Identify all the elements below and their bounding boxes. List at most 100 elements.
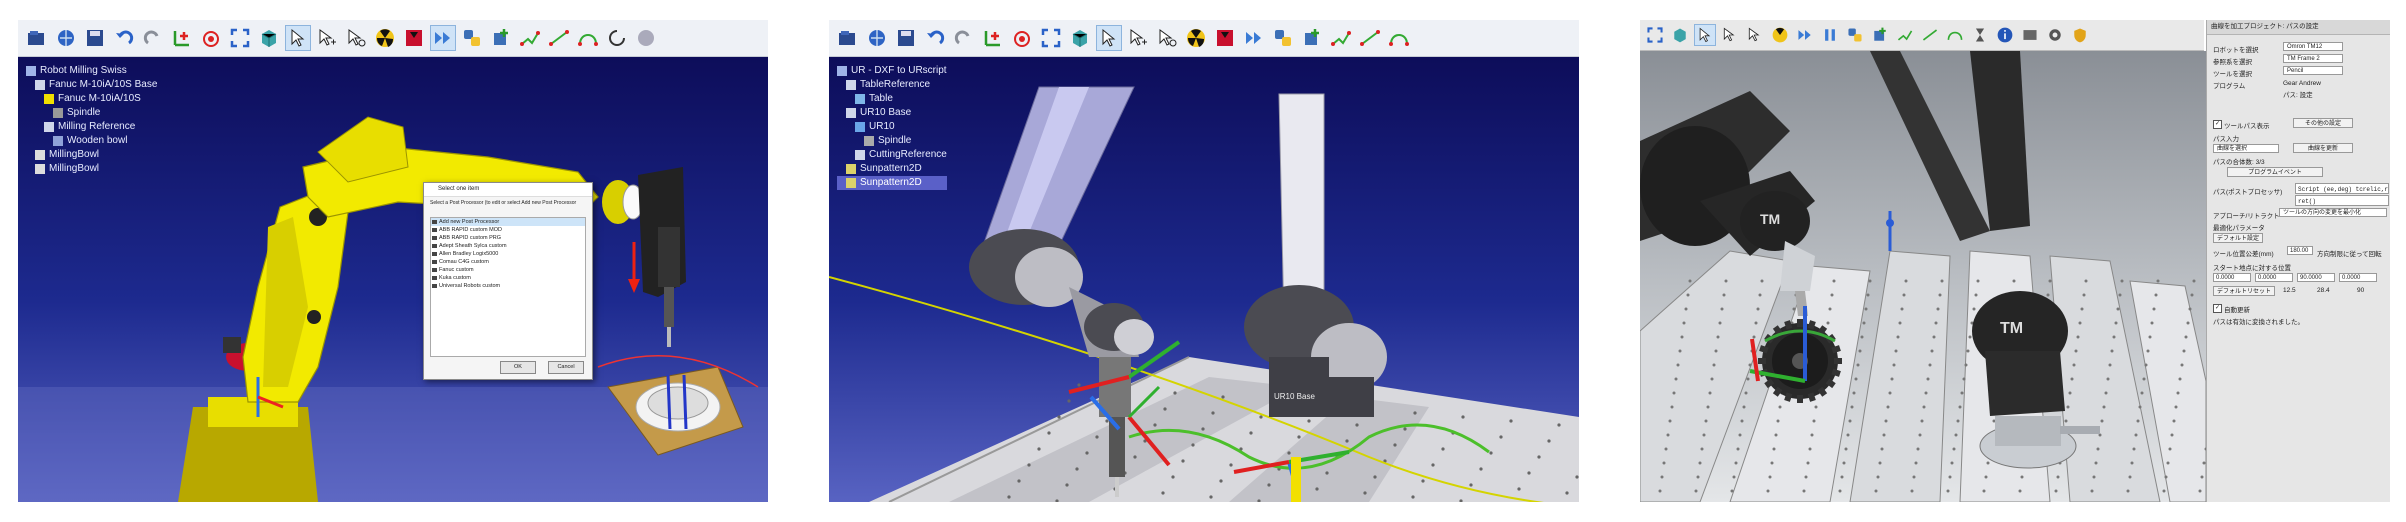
ret-field[interactable]: ret()	[2295, 195, 2389, 206]
move-joint-icon[interactable]	[1328, 25, 1354, 51]
algorithm-select[interactable]: ツールの方向の変更を最小化	[2279, 208, 2387, 217]
radiation-icon[interactable]	[1769, 24, 1791, 46]
start-value-2[interactable]: 0.0000	[2255, 273, 2293, 282]
other-settings-button[interactable]: その他の設定	[2293, 118, 2353, 128]
pause-icon[interactable]	[1819, 24, 1841, 46]
tree-item[interactable]: MillingBowl	[26, 148, 157, 162]
script-field[interactable]: Script (ee,deg) tcrelic,r	[2295, 183, 2389, 194]
web-icon[interactable]	[53, 25, 79, 51]
move-circular-icon[interactable]	[1386, 25, 1412, 51]
radiation-icon[interactable]	[372, 25, 398, 51]
tree-item[interactable]: Wooden bowl	[26, 134, 157, 148]
update-curve-button[interactable]: 曲線を更新	[2293, 143, 2353, 153]
post-processor-item[interactable]: Universal Robots custom	[431, 282, 585, 290]
rotate-cursor-icon[interactable]	[343, 25, 369, 51]
program-events-button[interactable]: プログラムイベント	[2227, 167, 2323, 177]
move-linear-icon[interactable]	[1357, 25, 1383, 51]
save-icon[interactable]	[82, 25, 108, 51]
add-program-icon[interactable]	[488, 25, 514, 51]
post-processor-item[interactable]: Adept Sheath Sylca custom	[431, 242, 585, 250]
tree-item[interactable]: UR10 Base	[837, 106, 947, 120]
add-frame-icon[interactable]	[980, 25, 1006, 51]
add-target-icon[interactable]	[1009, 25, 1035, 51]
move-cursor-icon[interactable]	[1719, 24, 1741, 46]
tool-select[interactable]: Pencil	[2283, 66, 2343, 75]
fast-forward-icon[interactable]	[1241, 25, 1267, 51]
add-program-icon[interactable]	[1299, 25, 1325, 51]
start-value-1[interactable]: 0.0000	[2213, 273, 2251, 282]
select-cursor-icon[interactable]	[285, 25, 311, 51]
select-cursor-icon[interactable]	[1694, 24, 1716, 46]
open-icon[interactable]	[24, 25, 50, 51]
view-3d-icon[interactable]	[256, 25, 282, 51]
undo-icon[interactable]	[111, 25, 137, 51]
post-processor-item[interactable]: Kuka custom	[431, 274, 585, 282]
python-icon[interactable]	[1270, 25, 1296, 51]
program-call-icon[interactable]	[633, 25, 659, 51]
fast-forward-icon[interactable]	[430, 25, 456, 51]
pause-icon[interactable]	[604, 25, 630, 51]
tree-item[interactable]: Fanuc M-10iA/10S Base	[26, 78, 157, 92]
move-linear-icon[interactable]	[1919, 24, 1941, 46]
python-icon[interactable]	[459, 25, 485, 51]
tree-item[interactable]: Spindle	[26, 106, 157, 120]
auto-update-checkbox[interactable]: ✓	[2213, 304, 2222, 313]
post-processor-item[interactable]: ABB RAPID custom MOD	[431, 226, 585, 234]
view-3d-icon[interactable]	[1067, 25, 1093, 51]
move-circular-icon[interactable]	[575, 25, 601, 51]
tree-item[interactable]: Spindle	[837, 134, 947, 148]
collision-icon[interactable]	[401, 25, 427, 51]
tree-item[interactable]: UR10	[837, 120, 947, 134]
start-value-4[interactable]: 0.0000	[2339, 273, 2377, 282]
fit-all-icon[interactable]	[1644, 24, 1666, 46]
redo-icon[interactable]	[140, 25, 166, 51]
show-path-checkbox[interactable]: ✓	[2213, 120, 2222, 129]
tree-item[interactable]: Milling Reference	[26, 120, 157, 134]
move-cursor-icon[interactable]	[314, 25, 340, 51]
view-3d-icon[interactable]	[1669, 24, 1691, 46]
fit-all-icon[interactable]	[227, 25, 253, 51]
add-program-icon[interactable]	[1869, 24, 1891, 46]
post-processor-item[interactable]: Comau C4G custom	[431, 258, 585, 266]
tree-item[interactable]: UR - DXF to URscript	[837, 64, 947, 78]
python-icon[interactable]	[1844, 24, 1866, 46]
radiation-icon[interactable]	[1183, 25, 1209, 51]
undo-icon[interactable]	[922, 25, 948, 51]
start-value-3[interactable]: 90.0000	[2297, 273, 2335, 282]
web-icon[interactable]	[864, 25, 890, 51]
fit-all-icon[interactable]	[1038, 25, 1064, 51]
save-icon[interactable]	[893, 25, 919, 51]
tree-item[interactable]: Sunpattern2D	[837, 162, 947, 176]
settings-icon[interactable]	[2044, 24, 2066, 46]
robot-select[interactable]: Omron TM12	[2283, 42, 2343, 51]
io-icon[interactable]	[2019, 24, 2041, 46]
collision-icon[interactable]	[1212, 25, 1238, 51]
default-reset-button[interactable]: デフォルトリセット	[2213, 286, 2275, 296]
move-cursor-icon[interactable]	[1125, 25, 1151, 51]
cancel-button[interactable]: Cancel	[548, 361, 584, 374]
info-icon[interactable]	[1994, 24, 2016, 46]
shield-icon[interactable]	[2069, 24, 2091, 46]
post-processor-item[interactable]: Allen Bradley Logix5000	[431, 250, 585, 258]
move-linear-icon[interactable]	[546, 25, 572, 51]
move-circular-icon[interactable]	[1944, 24, 1966, 46]
pause-hourglass-icon[interactable]	[1969, 24, 1991, 46]
rotate-cursor-icon[interactable]	[1154, 25, 1180, 51]
add-target-icon[interactable]	[198, 25, 224, 51]
tree-item[interactable]: Table	[837, 92, 947, 106]
path-input-select[interactable]: 曲線を選択	[2213, 144, 2279, 153]
post-processor-item[interactable]: Fanuc custom	[431, 266, 585, 274]
tree-item[interactable]: CuttingReference	[837, 148, 947, 162]
rotate-cursor-icon[interactable]	[1744, 24, 1766, 46]
post-processor-item[interactable]: Add new Post Processor	[431, 218, 585, 226]
open-icon[interactable]	[835, 25, 861, 51]
move-joint-icon[interactable]	[1894, 24, 1916, 46]
move-joint-icon[interactable]	[517, 25, 543, 51]
reference-select[interactable]: TM Frame 2	[2283, 54, 2343, 63]
fast-forward-icon[interactable]	[1794, 24, 1816, 46]
select-cursor-icon[interactable]	[1096, 25, 1122, 51]
tree-item[interactable]: MillingBowl	[26, 162, 157, 176]
post-processor-item[interactable]: ABB RAPID custom PRG	[431, 234, 585, 242]
add-frame-icon[interactable]	[169, 25, 195, 51]
tolerance-input[interactable]: 180.00	[2287, 246, 2313, 255]
